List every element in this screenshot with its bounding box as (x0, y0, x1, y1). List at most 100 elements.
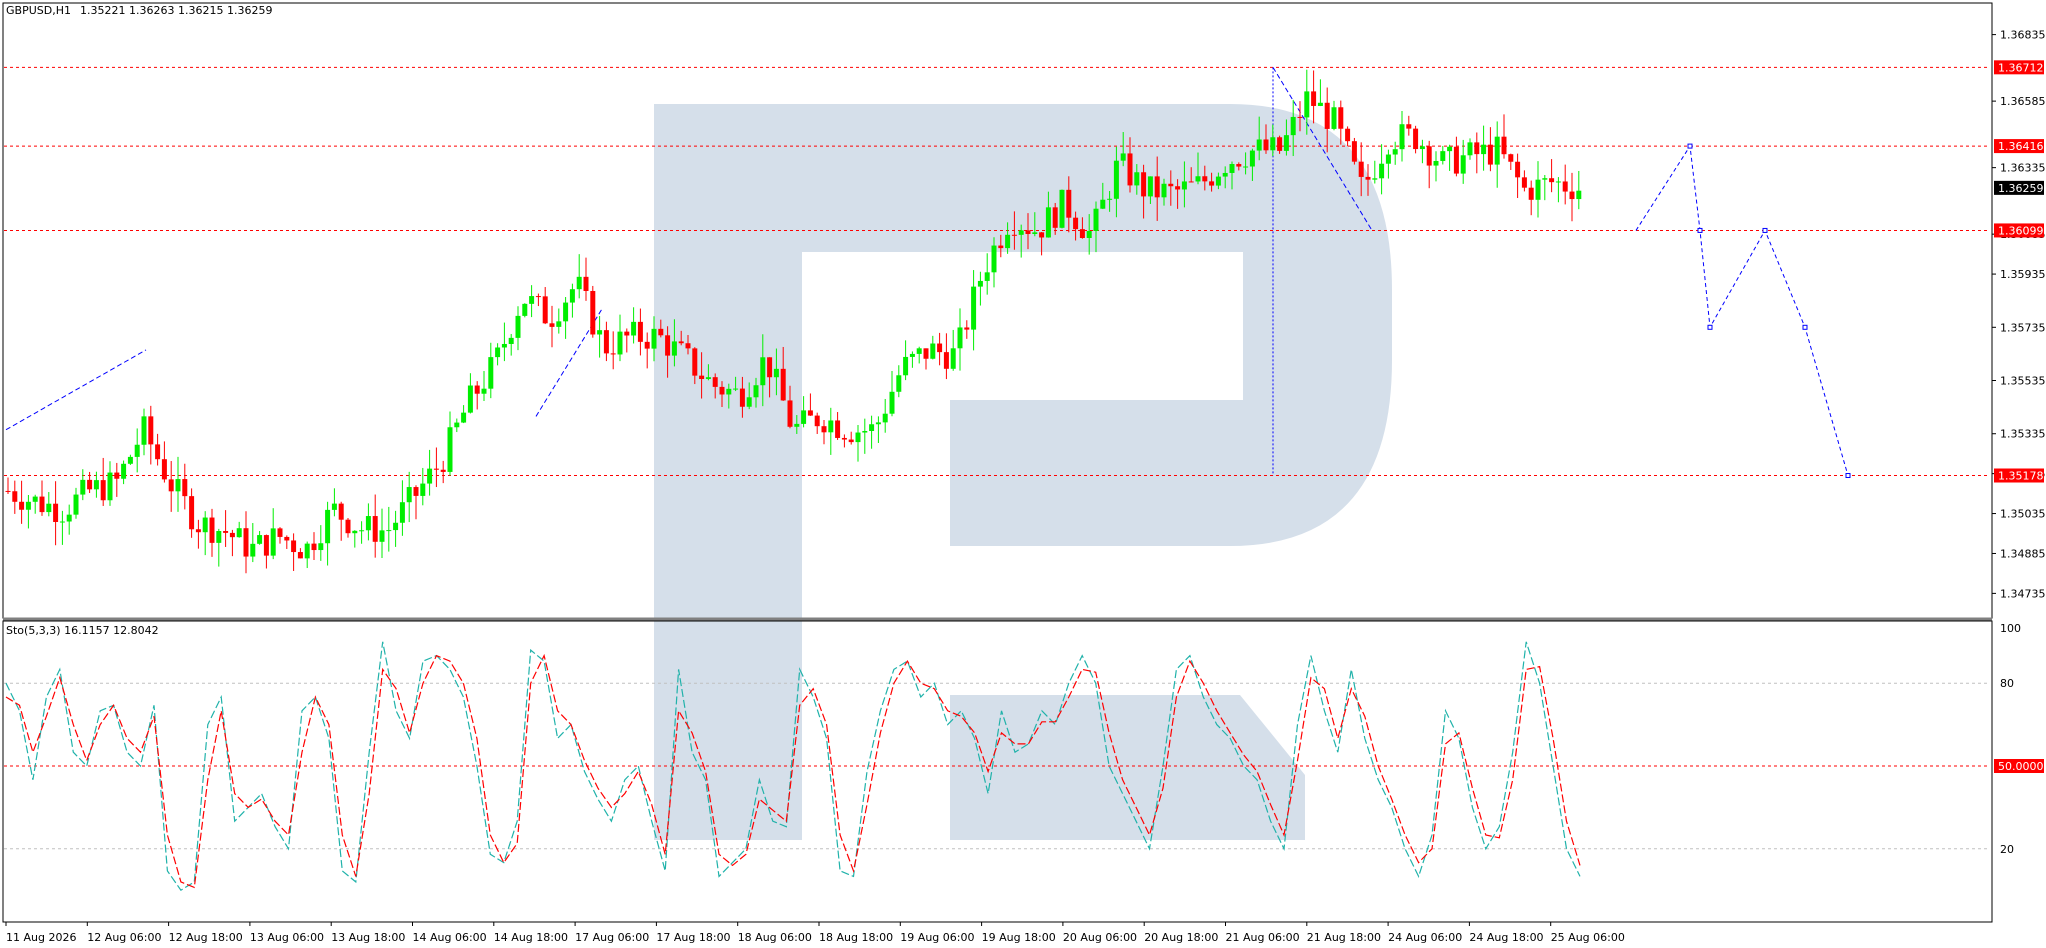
stochastic-title: Sto(5,3,3) 16.1157 12.8042 (6, 624, 159, 637)
stochastic-lines (4, 641, 1990, 892)
time-tick-label-11: 19 Aug 06:00 (900, 931, 974, 944)
candle-body-105 (719, 386, 725, 395)
time-tick-label-0: 11 Aug 2026 (6, 931, 76, 944)
candle-body-40 (277, 528, 283, 537)
candle-body-218 (1487, 144, 1493, 165)
candle-body-191 (1304, 91, 1310, 118)
candle-body-85 (583, 276, 589, 291)
time-axis: 11 Aug 2026 12 Aug 06:00 12 Aug 18:00 13 Au… (5, 922, 1625, 944)
candle-body-178 (1215, 176, 1221, 186)
candle-body-54 (372, 516, 378, 542)
candle-body-5 (39, 496, 45, 513)
candle-body-176 (1202, 176, 1208, 182)
price-tick-label-0: 1.36835 (2000, 29, 2046, 42)
candle-body-165 (1127, 153, 1133, 186)
price-tick-label-10: 1.34885 (2000, 547, 2046, 560)
candle-body-91 (624, 331, 630, 336)
candle-body-56 (386, 530, 392, 532)
candle-body-94 (644, 341, 650, 349)
candle-body-57 (393, 522, 399, 531)
candle-body-190 (1297, 116, 1303, 118)
candle-body-7 (53, 503, 59, 522)
level-badge-label-1: 1.36416 (1998, 140, 2044, 153)
candle-body-160 (1093, 208, 1099, 231)
candle-body-51 (352, 530, 358, 534)
candle-body-230 (1569, 191, 1575, 200)
stoch-tick-label-1: 80 (2000, 677, 2014, 690)
candle-body-112 (767, 357, 773, 378)
candle-body-6 (46, 503, 52, 513)
candle-body-70 (481, 388, 487, 394)
candle-body-125 (855, 432, 861, 443)
time-tick-label-6: 14 Aug 18:00 (494, 931, 568, 944)
candle-body-83 (569, 289, 575, 303)
candle-body-43 (297, 552, 303, 559)
candle-body-208 (1419, 146, 1425, 150)
candle-body-201 (1372, 178, 1378, 180)
candle-body-214 (1460, 155, 1466, 174)
candle-body-82 (563, 302, 569, 322)
candle-body-27 (189, 496, 195, 530)
candle-body-28 (195, 529, 201, 533)
candle-body-110 (753, 385, 759, 398)
candle-body-95 (651, 328, 657, 349)
candle-body-196 (1338, 107, 1344, 129)
time-tick-label-4: 13 Aug 18:00 (331, 931, 405, 944)
candle-body-133 (909, 353, 915, 357)
candle-body-175 (1195, 176, 1201, 182)
price-tick-label-1: 1.36585 (2000, 95, 2046, 108)
candle-body-182 (1243, 166, 1249, 168)
time-tick-label-5: 14 Aug 06:00 (413, 931, 487, 944)
candle-body-172 (1175, 186, 1181, 190)
candle-body-37 (257, 535, 263, 544)
candle-body-55 (379, 530, 385, 542)
candle-body-143 (977, 280, 983, 287)
price-tick-label-4: 1.35935 (2000, 268, 2046, 281)
candle-body-24 (168, 479, 174, 492)
candle-body-155 (1059, 189, 1065, 228)
candle-body-114 (780, 368, 786, 401)
time-tick-label-13: 20 Aug 06:00 (1063, 931, 1137, 944)
candle-body-213 (1453, 146, 1459, 174)
candle-body-69 (474, 385, 480, 394)
candle-body-121 (828, 420, 834, 433)
candle-body-44 (304, 543, 310, 559)
candle-body-78 (535, 296, 541, 298)
candle-body-167 (1141, 172, 1147, 197)
candle-body-168 (1147, 176, 1153, 197)
candle-body-189 (1290, 116, 1296, 136)
candle-body-21 (148, 416, 154, 445)
candle-body-215 (1467, 142, 1473, 156)
candle-body-4 (32, 496, 38, 502)
candle-body-52 (359, 530, 365, 532)
candle-body-148 (1011, 234, 1017, 236)
candle-body-192 (1311, 91, 1317, 106)
candle-body-162 (1107, 198, 1113, 200)
candle-body-41 (284, 536, 290, 541)
forecast-point-2 (1697, 227, 1703, 233)
candle-body-108 (739, 388, 745, 407)
time-tick-label-16: 21 Aug 18:00 (1307, 931, 1381, 944)
candle-body-223 (1521, 177, 1527, 188)
candle-body-33 (229, 532, 235, 538)
price-tick-label-5: 1.35735 (2000, 321, 2046, 334)
candle-body-187 (1277, 137, 1283, 151)
candle-body-66 (454, 422, 460, 428)
candle-body-147 (1005, 234, 1011, 249)
candle-body-45 (311, 543, 317, 551)
candle-body-177 (1209, 181, 1215, 186)
candle-body-194 (1324, 102, 1330, 129)
candle-body-87 (597, 330, 603, 335)
candle-body-124 (848, 439, 854, 443)
candle-body-181 (1236, 164, 1242, 167)
candle-body-195 (1331, 107, 1337, 129)
watermark-lower-shape (950, 695, 1305, 840)
candle-body-68 (467, 385, 473, 413)
candle-body-132 (903, 356, 909, 376)
time-tick-label-15: 21 Aug 06:00 (1226, 931, 1300, 944)
candle-body-135 (923, 348, 929, 359)
candle-body-61 (420, 483, 426, 496)
candle-body-26 (182, 479, 188, 497)
candle-body-74 (508, 337, 514, 344)
candle-body-212 (1447, 146, 1453, 152)
